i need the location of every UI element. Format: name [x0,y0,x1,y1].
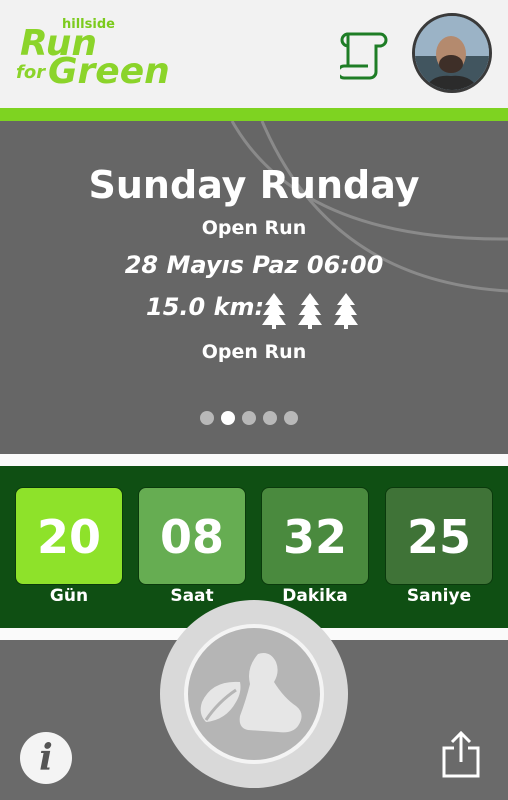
countdown-seconds-box: 25 [385,487,493,585]
countdown-hours-box: 08 [138,487,246,585]
countdown-minutes-box: 32 [261,487,369,585]
event-banner[interactable]: Sunday Runday Open Run 28 Mayıs Paz 06:0… [0,121,508,454]
carousel-dot[interactable] [200,411,214,425]
tree-icon [262,293,286,329]
logo-line2: Green [48,51,170,92]
event-category: Open Run [201,341,307,363]
event-type: Open Run [201,217,307,239]
event-title: Sunday Runday [88,163,420,207]
share-icon[interactable] [440,730,482,780]
start-run-button[interactable] [160,600,348,788]
run-shoe-icon [200,653,302,733]
carousel-indicator[interactable] [200,411,310,427]
event-date: 28 Mayıs Paz 06:00 [124,251,384,279]
countdown-days-label: Gün [49,586,89,606]
carousel-dot[interactable] [284,411,298,425]
app-header: hillside Run for Green [0,0,508,108]
countdown-days-box: 20 [15,487,123,585]
difficulty-trees [262,293,358,329]
carousel-dot[interactable] [263,411,277,425]
scroll-icon[interactable] [340,28,390,80]
logo-for: for [16,62,46,83]
profile-avatar[interactable] [412,13,492,93]
countdown-seconds-label: Saniye [406,586,472,606]
info-button[interactable]: i [20,732,72,784]
accent-bar [0,108,508,121]
tree-icon [334,293,358,329]
tree-icon [298,293,322,329]
run-for-green-logo: hillside Run for Green [16,12,170,94]
run-button-inner[interactable] [184,624,324,764]
carousel-dot-active[interactable] [221,411,235,425]
carousel-dot[interactable] [242,411,256,425]
divider [0,454,508,466]
event-distance: 15.0 km: [146,293,265,321]
